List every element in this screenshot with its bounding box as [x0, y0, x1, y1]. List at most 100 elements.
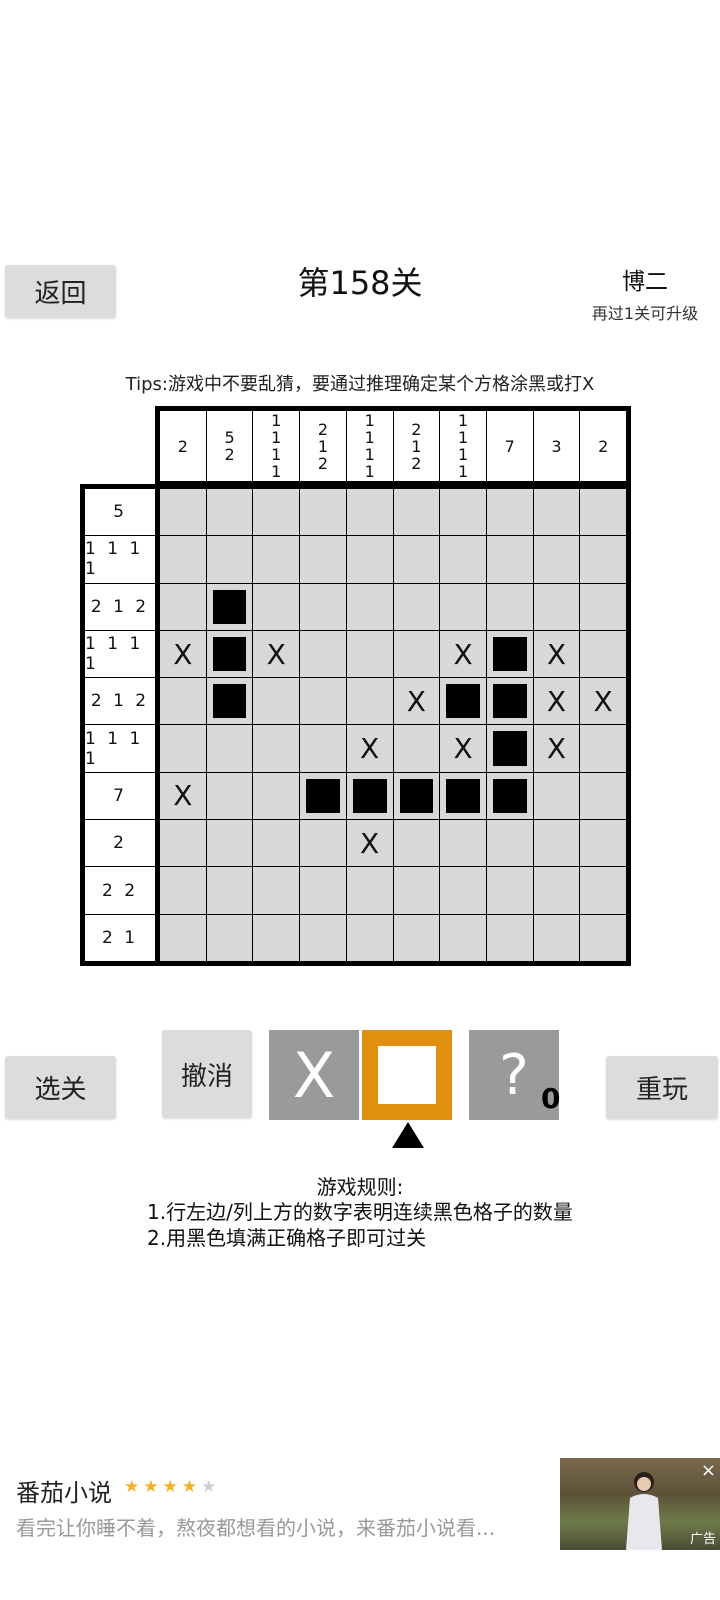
grid-cell[interactable]: [486, 867, 533, 914]
grid-cell-marked-x[interactable]: X: [533, 630, 580, 678]
grid-cell[interactable]: [206, 772, 253, 820]
grid-cell[interactable]: [300, 867, 346, 914]
grid-cell[interactable]: [346, 867, 393, 914]
grid-cell[interactable]: [580, 536, 626, 583]
grid-cell-marked-x[interactable]: X: [160, 772, 206, 820]
grid-cell[interactable]: [206, 536, 253, 583]
grid-cell[interactable]: [160, 583, 206, 630]
grid-cell-filled[interactable]: [300, 772, 346, 820]
grid-cell-filled[interactable]: [206, 583, 253, 630]
ad-description[interactable]: 看完让你睡不着，熬夜都想看的小说，来番茄小说看...: [16, 1512, 546, 1541]
grid-cell[interactable]: [533, 867, 580, 914]
ad-title[interactable]: 番茄小说: [16, 1473, 112, 1508]
grid-cell[interactable]: [440, 583, 486, 630]
grid-cell[interactable]: [253, 489, 300, 536]
grid-cell-filled[interactable]: [393, 772, 440, 820]
grid-cell[interactable]: [300, 630, 346, 678]
grid-cell-filled[interactable]: [440, 772, 486, 820]
grid-cell[interactable]: [346, 630, 393, 678]
grid-cell-marked-x[interactable]: X: [253, 630, 300, 678]
grid-cell[interactable]: [346, 536, 393, 583]
grid-cell-marked-x[interactable]: X: [160, 630, 206, 678]
grid-cell[interactable]: [253, 725, 300, 772]
grid-cell[interactable]: [393, 914, 440, 961]
grid-cell-marked-x[interactable]: X: [440, 630, 486, 678]
grid-cell[interactable]: [160, 678, 206, 725]
grid-cell[interactable]: [160, 725, 206, 772]
grid-cell-marked-x[interactable]: X: [346, 820, 393, 867]
grid-cell-marked-x[interactable]: X: [580, 678, 626, 725]
grid-cell[interactable]: [346, 489, 393, 536]
grid-cell-marked-x[interactable]: X: [393, 678, 440, 725]
grid-cell-marked-x[interactable]: X: [533, 725, 580, 772]
grid-cell-filled[interactable]: [486, 772, 533, 820]
grid-cell[interactable]: [300, 583, 346, 630]
grid-cell[interactable]: [486, 536, 533, 583]
grid-cell[interactable]: [160, 820, 206, 867]
grid-cell[interactable]: [206, 914, 253, 961]
fill-tool[interactable]: [362, 1030, 452, 1120]
grid-cell-filled[interactable]: [486, 725, 533, 772]
grid-cell[interactable]: [393, 536, 440, 583]
replay-button[interactable]: 重玩: [606, 1056, 718, 1119]
grid-cell[interactable]: [533, 820, 580, 867]
grid-cell[interactable]: [253, 536, 300, 583]
grid-cell[interactable]: [346, 914, 393, 961]
grid-cell[interactable]: [253, 583, 300, 630]
grid-cell[interactable]: [486, 489, 533, 536]
grid-cell[interactable]: [486, 820, 533, 867]
mark-x-tool[interactable]: X: [269, 1030, 359, 1120]
ad-image[interactable]: × 广告: [560, 1458, 720, 1550]
grid-cell-marked-x[interactable]: X: [440, 725, 486, 772]
grid-cell[interactable]: [440, 820, 486, 867]
grid-cell[interactable]: [206, 725, 253, 772]
grid-cell[interactable]: [393, 725, 440, 772]
grid-cell[interactable]: [206, 867, 253, 914]
grid-cell[interactable]: [346, 678, 393, 725]
undo-button[interactable]: 撤消: [162, 1030, 252, 1118]
grid-cell[interactable]: [533, 536, 580, 583]
grid-cell[interactable]: [580, 489, 626, 536]
grid-cell[interactable]: [206, 489, 253, 536]
grid-cell-filled[interactable]: [486, 630, 533, 678]
ad-close-icon[interactable]: ×: [701, 1460, 716, 1481]
grid-cell[interactable]: [440, 914, 486, 961]
grid-cell-marked-x[interactable]: X: [533, 678, 580, 725]
grid-cell[interactable]: [393, 630, 440, 678]
grid-cell[interactable]: [440, 536, 486, 583]
grid-cell[interactable]: [253, 914, 300, 961]
grid-cell[interactable]: [346, 583, 393, 630]
grid-cell[interactable]: [486, 914, 533, 961]
grid-cell[interactable]: [580, 867, 626, 914]
grid-cell-filled[interactable]: [440, 678, 486, 725]
grid-cell[interactable]: [440, 489, 486, 536]
select-level-button[interactable]: 选关: [5, 1056, 116, 1119]
grid-cell[interactable]: [533, 583, 580, 630]
grid-cell[interactable]: [253, 678, 300, 725]
grid-cell[interactable]: [300, 489, 346, 536]
grid-cell-filled[interactable]: [206, 630, 253, 678]
grid-cell[interactable]: [393, 867, 440, 914]
grid-cell-filled[interactable]: [206, 678, 253, 725]
grid-cell[interactable]: [486, 583, 533, 630]
grid-cell[interactable]: [533, 772, 580, 820]
grid-cell[interactable]: [580, 725, 626, 772]
grid-cell[interactable]: [300, 536, 346, 583]
grid-cell[interactable]: [160, 867, 206, 914]
grid-cell[interactable]: [580, 583, 626, 630]
grid-cell[interactable]: [533, 489, 580, 536]
grid-cell[interactable]: [393, 583, 440, 630]
grid-cell-filled[interactable]: [346, 772, 393, 820]
grid-cell[interactable]: [440, 867, 486, 914]
grid-cell-marked-x[interactable]: X: [346, 725, 393, 772]
grid-cell[interactable]: [160, 914, 206, 961]
grid-cell[interactable]: [393, 489, 440, 536]
grid-cell[interactable]: [580, 630, 626, 678]
grid-cell[interactable]: [580, 914, 626, 961]
grid-cell[interactable]: [393, 820, 440, 867]
grid-cell-filled[interactable]: [486, 678, 533, 725]
grid-cell[interactable]: [253, 867, 300, 914]
grid-cell[interactable]: [533, 914, 580, 961]
grid-cell[interactable]: [160, 536, 206, 583]
grid-cell[interactable]: [300, 820, 346, 867]
